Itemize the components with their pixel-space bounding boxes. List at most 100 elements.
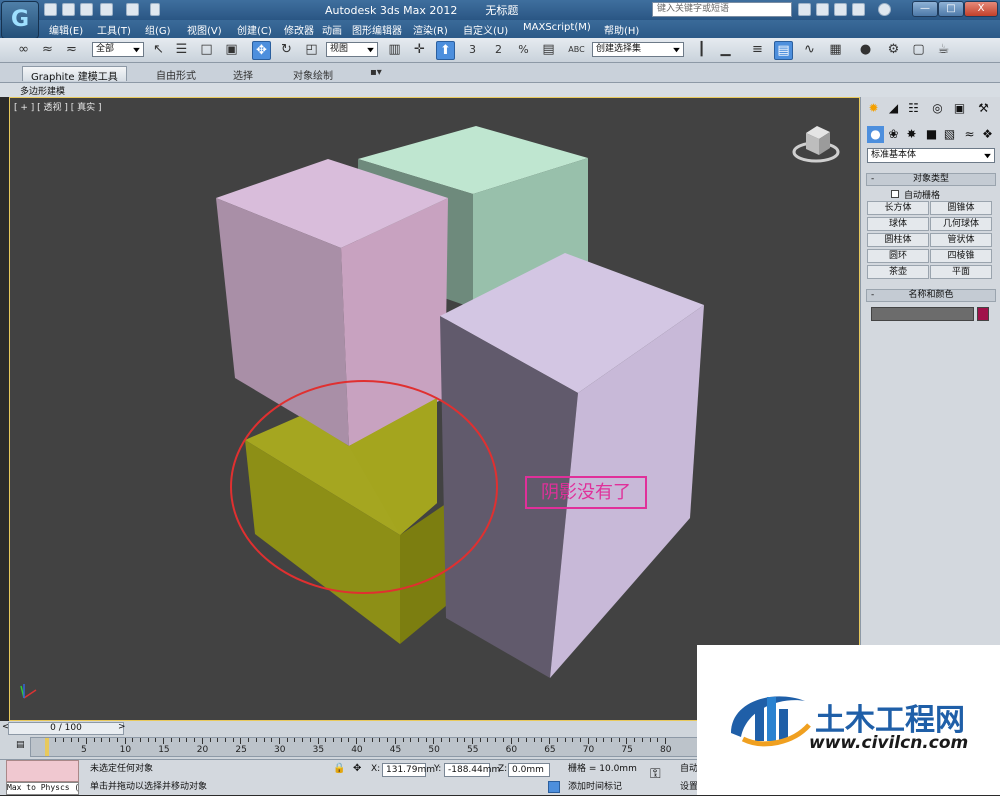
pyramid-button[interactable]: 四棱锥: [930, 249, 992, 263]
material-editor-icon[interactable]: ●: [856, 41, 875, 60]
undo-icon[interactable]: [100, 3, 113, 16]
menu-animation[interactable]: 动画: [322, 22, 342, 37]
object-type-rollout[interactable]: - 对象类型: [866, 173, 996, 186]
polygon-modeling-label[interactable]: 多边形建模: [20, 84, 65, 97]
mini-curve-editor-icon[interactable]: ▤: [16, 740, 28, 752]
cylinder-button[interactable]: 圆柱体: [867, 233, 929, 247]
tools-icon[interactable]: [816, 3, 829, 16]
binoculars-icon[interactable]: [798, 3, 811, 16]
lock-selection-icon[interactable]: 🔒: [333, 763, 345, 774]
align-icon[interactable]: ▁: [716, 41, 735, 60]
help-icon[interactable]: [878, 3, 891, 16]
create-tab-icon[interactable]: ✹: [865, 100, 882, 117]
menu-customize[interactable]: 自定义(U): [463, 22, 508, 37]
sphere-button[interactable]: 球体: [867, 217, 929, 231]
render-production-icon[interactable]: ☕: [934, 41, 953, 60]
shapes-icon[interactable]: ❀: [885, 126, 902, 143]
restore-button[interactable]: □: [938, 1, 964, 17]
menu-modifiers[interactable]: 修改器: [284, 22, 314, 37]
name-color-rollout[interactable]: - 名称和颜色: [866, 289, 996, 302]
space-warps-icon[interactable]: ≈: [961, 126, 978, 143]
time-slider[interactable]: 0 / 100: [8, 722, 124, 735]
quick-access-dropdown-icon[interactable]: [150, 3, 160, 16]
cameras-icon[interactable]: ■: [923, 126, 940, 143]
z-coordinate-input[interactable]: 0.0mm: [508, 763, 550, 777]
bind-space-warp-icon[interactable]: ≂: [62, 41, 81, 60]
lavender-box[interactable]: [440, 253, 704, 678]
pivot-center-icon[interactable]: ▥: [385, 41, 404, 60]
geosphere-button[interactable]: 几何球体: [930, 217, 992, 231]
select-and-scale-icon[interactable]: ◰: [302, 41, 321, 60]
rendered-frame-window-icon[interactable]: ▢: [909, 41, 928, 60]
time-tag-icon[interactable]: [548, 781, 560, 793]
angle-snap-icon[interactable]: 2: [489, 41, 508, 60]
primitive-category-select[interactable]: 标准基本体: [867, 148, 995, 163]
ribbon-options-icon[interactable]: ▪▾: [362, 66, 390, 81]
curve-editor-icon[interactable]: ∿: [800, 41, 819, 60]
x-coordinate-input[interactable]: 131.79mm: [382, 763, 435, 777]
utilities-tab-icon[interactable]: ⚒: [975, 100, 992, 117]
render-setup-icon[interactable]: ⚙: [884, 41, 903, 60]
display-tab-icon[interactable]: ▣: [951, 100, 968, 117]
systems-icon[interactable]: ❖: [979, 126, 996, 143]
viewcube-icon[interactable]: [792, 126, 840, 163]
named-selection-set-select[interactable]: 创建选择集: [592, 42, 684, 57]
motion-tab-icon[interactable]: ◎: [929, 100, 946, 117]
select-manipulate-icon[interactable]: ✛: [410, 41, 429, 60]
tab-object-paint[interactable]: 对象绘制: [285, 66, 341, 82]
snaps-toggle-icon[interactable]: 3: [463, 41, 482, 60]
reference-coordinate-select[interactable]: 视图: [326, 42, 378, 57]
menu-tools[interactable]: 工具(T): [97, 22, 131, 37]
object-name-input[interactable]: [871, 307, 974, 321]
menu-rendering[interactable]: 渲染(R): [413, 22, 448, 37]
plane-button[interactable]: 平面: [930, 265, 992, 279]
unlink-icon[interactable]: ≈: [38, 41, 57, 60]
absolute-mode-icon[interactable]: ✥: [353, 763, 361, 774]
time-next-button[interactable]: >: [118, 722, 126, 732]
close-button[interactable]: X: [964, 1, 998, 17]
rectangular-selection-icon[interactable]: □: [197, 41, 216, 60]
save-file-icon[interactable]: [80, 3, 93, 16]
hierarchy-tab-icon[interactable]: ☷: [905, 100, 922, 117]
menu-maxscript[interactable]: MAXScript(M): [523, 22, 591, 33]
box-button[interactable]: 长方体: [867, 201, 929, 215]
favorites-star-icon[interactable]: [852, 3, 865, 16]
lights-icon[interactable]: ✸: [903, 126, 920, 143]
new-file-icon[interactable]: [44, 3, 57, 16]
add-time-tag[interactable]: 添加时间标记: [568, 781, 622, 796]
tube-button[interactable]: 管状体: [930, 233, 992, 247]
auto-key-button[interactable]: 自动: [680, 763, 698, 778]
percent-snap-icon[interactable]: %: [514, 41, 533, 60]
minimize-button[interactable]: —: [912, 1, 938, 17]
time-slider-handle[interactable]: [45, 738, 49, 756]
timeline-track[interactable]: 5 10 15 20 25 30 35 40 45 50 55 60 65 70 75 80: [30, 737, 698, 757]
modify-tab-icon[interactable]: ◢: [885, 100, 902, 117]
open-file-icon[interactable]: [62, 3, 75, 16]
maxscript-listener[interactable]: [6, 760, 79, 782]
tab-freeform[interactable]: 自由形式: [148, 66, 204, 82]
geometry-icon[interactable]: ●: [867, 126, 884, 143]
selection-filter-select[interactable]: 全部: [92, 42, 144, 57]
layer-manager-icon[interactable]: ≡: [748, 41, 767, 60]
edit-named-selection-icon[interactable]: ABC: [567, 41, 586, 60]
spinner-snap-icon[interactable]: ▤: [539, 41, 558, 60]
menu-help[interactable]: 帮助(H): [604, 22, 639, 37]
menu-create[interactable]: 创建(C): [237, 22, 272, 37]
link-icon[interactable]: ∞: [14, 41, 33, 60]
menu-graph-editors[interactable]: 图形编辑器: [352, 22, 402, 37]
help-search-input[interactable]: 键入关键字或短语: [652, 2, 792, 17]
select-and-move-icon[interactable]: ✥: [252, 41, 271, 60]
schematic-view-icon[interactable]: ▦: [826, 41, 845, 60]
communication-icon[interactable]: [834, 3, 847, 16]
pink-box[interactable]: [216, 159, 448, 446]
helpers-icon[interactable]: ▧: [941, 126, 958, 143]
tab-selection[interactable]: 选择: [225, 66, 261, 82]
redo-icon[interactable]: [126, 3, 139, 16]
menu-group[interactable]: 组(G): [145, 22, 171, 37]
torus-button[interactable]: 圆环: [867, 249, 929, 263]
select-by-name-icon[interactable]: ☰: [172, 41, 191, 60]
mirror-icon[interactable]: ┃: [692, 41, 711, 60]
graphite-toggle-icon[interactable]: ▤: [774, 41, 793, 60]
maxscript-input[interactable]: Max to Physcs (: [6, 782, 79, 795]
window-crossing-icon[interactable]: ▣: [222, 41, 241, 60]
